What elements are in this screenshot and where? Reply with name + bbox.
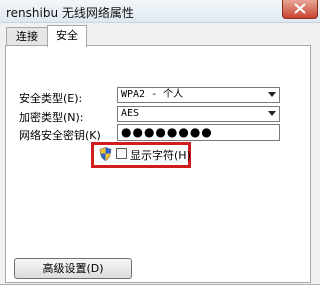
advanced-settings-button[interactable]: 高级设置(D) (14, 258, 132, 279)
security-type-select[interactable]: WPA2 - 个人 (117, 87, 280, 103)
tab-connection[interactable]: 连接 (6, 27, 48, 46)
close-icon (294, 3, 306, 14)
show-characters-label: 显示字符(H) (130, 149, 191, 162)
chevron-down-icon (268, 111, 276, 116)
tab-security[interactable]: 安全 (47, 25, 87, 47)
show-characters-checkbox[interactable] (116, 148, 127, 159)
dialog-body: 连接 安全 安全类型(E): WPA2 - 个人 加密类型(N): AES 网络… (0, 23, 320, 285)
encryption-type-select[interactable]: AES (117, 106, 280, 122)
chevron-down-icon (268, 92, 276, 97)
close-button[interactable] (282, 0, 318, 19)
encryption-type-label: 加密类型(N): (19, 111, 84, 124)
security-panel: 安全类型(E): WPA2 - 个人 加密类型(N): AES 网络安全密钥(K… (5, 45, 311, 283)
network-key-input[interactable]: ●●●●●●●● (117, 124, 280, 141)
window-title: renshibu 无线网络属性 (6, 6, 134, 20)
title-bar: renshibu 无线网络属性 (0, 0, 320, 23)
shield-icon (99, 147, 112, 161)
security-type-value: WPA2 - 个人 (121, 89, 184, 100)
encryption-type-value: AES (121, 108, 140, 119)
network-key-label: 网络安全密钥(K) (19, 129, 101, 142)
security-type-label: 安全类型(E): (19, 92, 83, 105)
